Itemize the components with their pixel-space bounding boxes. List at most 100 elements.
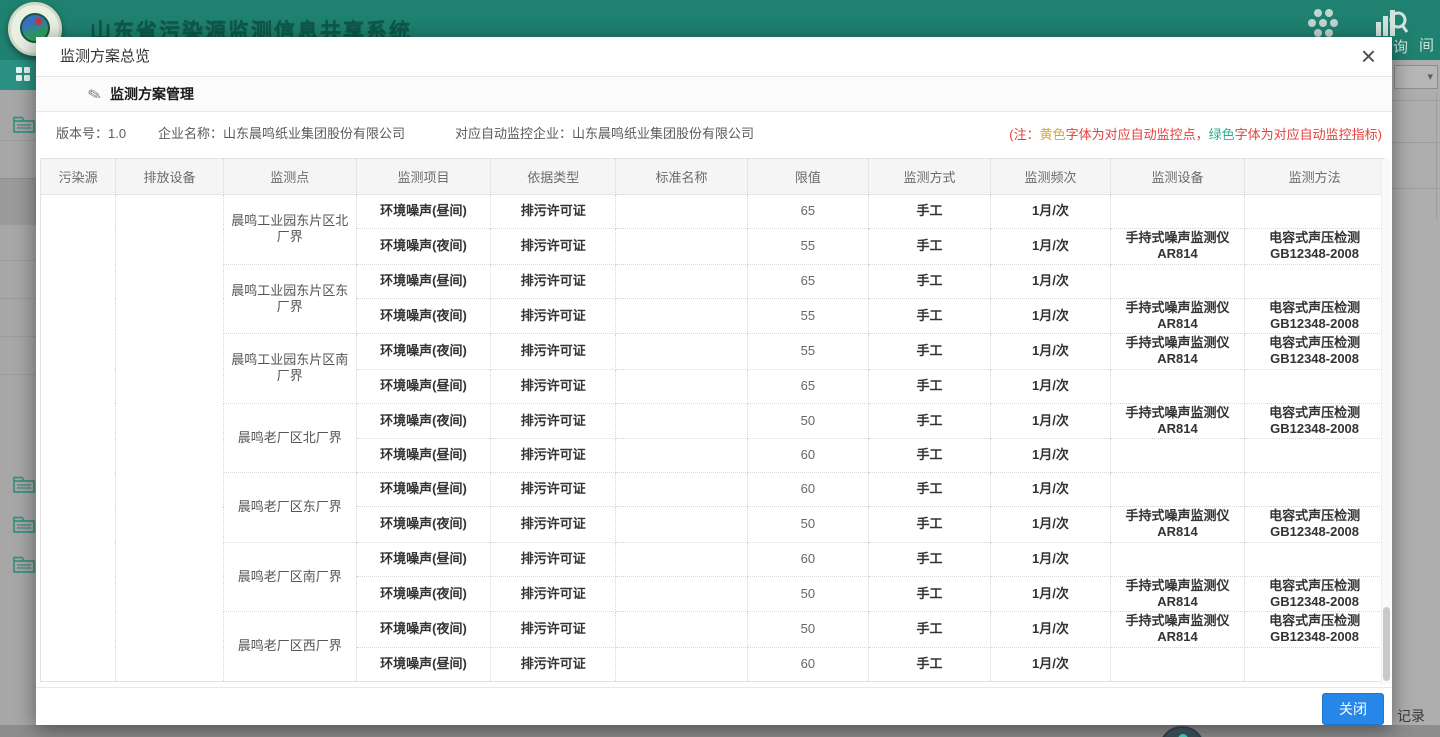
color-legend-note: (注：黄色字体为对应自动监控点，绿色字体为对应自动监控指标)	[1009, 112, 1382, 158]
header-text-fragment-query: 询	[1393, 36, 1408, 57]
limit-cell: 50	[747, 612, 868, 648]
item-cell: 环境噪声(夜间)	[356, 403, 490, 439]
freq-cell: 1月/次	[991, 195, 1111, 229]
item-cell: 环境噪声(夜间)	[356, 612, 490, 648]
header-text-fragment-time: 间	[1419, 34, 1434, 55]
freq-cell: 1月/次	[991, 507, 1111, 543]
device-cell	[1110, 542, 1244, 576]
column-header: 排放设备	[116, 159, 224, 195]
method-cell: 电容式声压检测 GB12348-2008	[1245, 507, 1385, 543]
modal-footer: 关闭	[36, 687, 1392, 725]
method-cell	[1245, 195, 1385, 229]
mode-cell: 手工	[868, 403, 990, 439]
standard-cell	[616, 473, 748, 507]
table-row: 晨鸣工业园东片区南厂界环境噪声(夜间)排污许可证55手工1月/次手持式噪声监测仪…	[41, 334, 1385, 370]
table-header-row: 污染源排放设备监测点监测项目依据类型标准名称限值监测方式监测频次监测设备监测方法	[41, 159, 1385, 195]
standard-cell	[616, 369, 748, 403]
freq-cell: 1月/次	[991, 264, 1111, 298]
limit-cell: 60	[747, 542, 868, 576]
folder-report-icon[interactable]	[13, 556, 35, 573]
freq-cell: 1月/次	[991, 647, 1111, 681]
freq-cell: 1月/次	[991, 229, 1111, 265]
limit-cell: 55	[747, 229, 868, 265]
table-row: 晨鸣老厂区北厂界环境噪声(夜间)排污许可证50手工1月/次手持式噪声监测仪 AR…	[41, 403, 1385, 439]
table-row: 晨鸣工业园东片区北厂界环境噪声(昼间)排污许可证65手工1月/次	[41, 195, 1385, 229]
time-dropdown[interactable]: ▾	[1394, 65, 1438, 89]
records-text-fragment: 记录	[1397, 706, 1425, 726]
monitoring-point-cell: 晨鸣工业园东片区南厂界	[223, 334, 356, 404]
close-icon[interactable]: ×	[1361, 37, 1376, 75]
modal-header: 监测方案总览 ×	[36, 37, 1392, 77]
method-cell: 电容式声压检测 GB12348-2008	[1245, 403, 1385, 439]
plan-info-bar: 版本号：1.0 企业名称：山东晨鸣纸业集团股份有限公司 对应自动监控企业：山东晨…	[36, 112, 1392, 156]
apps-grid-dots-icon[interactable]	[1303, 7, 1343, 39]
device-cell: 手持式噪声监测仪 AR814	[1110, 334, 1244, 370]
scrollbar-thumb[interactable]	[1383, 607, 1390, 681]
column-header: 监测点	[223, 159, 356, 195]
standard-cell	[616, 439, 748, 473]
method-cell: 电容式声压检测 GB12348-2008	[1245, 229, 1385, 265]
basis-cell: 排污许可证	[491, 298, 616, 334]
item-cell: 环境噪声(夜间)	[356, 576, 490, 612]
freq-cell: 1月/次	[991, 298, 1111, 334]
mode-cell: 手工	[868, 334, 990, 370]
device-cell: 手持式噪声监测仪 AR814	[1110, 403, 1244, 439]
freq-cell: 1月/次	[991, 369, 1111, 403]
mode-cell: 手工	[868, 647, 990, 681]
column-header: 限值	[747, 159, 868, 195]
freq-cell: 1月/次	[991, 542, 1111, 576]
device-cell: 手持式噪声监测仪 AR814	[1110, 576, 1244, 612]
monitoring-point-cell: 晨鸣老厂区南厂界	[223, 542, 356, 612]
device-cell	[1110, 369, 1244, 403]
standard-cell	[616, 507, 748, 543]
standard-cell	[616, 264, 748, 298]
table-row: 晨鸣老厂区西厂界环境噪声(夜间)排污许可证50手工1月/次手持式噪声监测仪 AR…	[41, 612, 1385, 648]
folder-report-icon[interactable]	[13, 476, 35, 493]
freq-cell: 1月/次	[991, 439, 1111, 473]
standard-cell	[616, 647, 748, 681]
method-cell: 电容式声压检测 GB12348-2008	[1245, 576, 1385, 612]
device-cell	[1110, 264, 1244, 298]
menu-grid-icon[interactable]	[16, 67, 31, 82]
scrollbar[interactable]	[1381, 159, 1391, 685]
method-cell	[1245, 369, 1385, 403]
method-cell	[1245, 264, 1385, 298]
close-button[interactable]: 关闭	[1322, 693, 1384, 725]
item-cell: 环境噪声(昼间)	[356, 542, 490, 576]
mode-cell: 手工	[868, 576, 990, 612]
basis-cell: 排污许可证	[491, 403, 616, 439]
item-cell: 环境噪声(昼间)	[356, 195, 490, 229]
limit-cell: 60	[747, 647, 868, 681]
freq-cell: 1月/次	[991, 403, 1111, 439]
item-cell: 环境噪声(昼间)	[356, 647, 490, 681]
device-cell	[1110, 439, 1244, 473]
standard-cell	[616, 334, 748, 370]
item-cell: 环境噪声(夜间)	[356, 334, 490, 370]
discharge-equipment-cell	[116, 195, 224, 682]
basis-cell: 排污许可证	[491, 612, 616, 648]
pollution-source-cell	[41, 195, 116, 682]
basis-cell: 排污许可证	[491, 542, 616, 576]
mode-cell: 手工	[868, 612, 990, 648]
basis-cell: 排污许可证	[491, 439, 616, 473]
column-header: 监测设备	[1110, 159, 1244, 195]
monitoring-point-cell: 晨鸣工业园东片区东厂界	[223, 264, 356, 334]
method-cell: 电容式声压检测 GB12348-2008	[1245, 298, 1385, 334]
content-behind-modal: ▾ 记录	[1392, 60, 1440, 725]
folder-report-icon[interactable]	[13, 516, 35, 533]
limit-cell: 50	[747, 403, 868, 439]
item-cell: 环境噪声(昼间)	[356, 473, 490, 507]
folder-report-icon[interactable]	[13, 116, 35, 133]
standard-cell	[616, 298, 748, 334]
method-cell: 电容式声压检测 GB12348-2008	[1245, 612, 1385, 648]
device-cell: 手持式噪声监测仪 AR814	[1110, 612, 1244, 648]
basis-cell: 排污许可证	[491, 229, 616, 265]
version-text: 版本号：1.0	[56, 112, 126, 156]
sidebar-selected-item[interactable]	[0, 178, 36, 224]
limit-cell: 60	[747, 473, 868, 507]
limit-cell: 55	[747, 334, 868, 370]
item-cell: 环境噪声(昼间)	[356, 369, 490, 403]
monitoring-point-cell: 晨鸣老厂区东厂界	[223, 473, 356, 543]
monitoring-plan-table: 污染源排放设备监测点监测项目依据类型标准名称限值监测方式监测频次监测设备监测方法…	[40, 158, 1385, 682]
item-cell: 环境噪声(昼间)	[356, 264, 490, 298]
